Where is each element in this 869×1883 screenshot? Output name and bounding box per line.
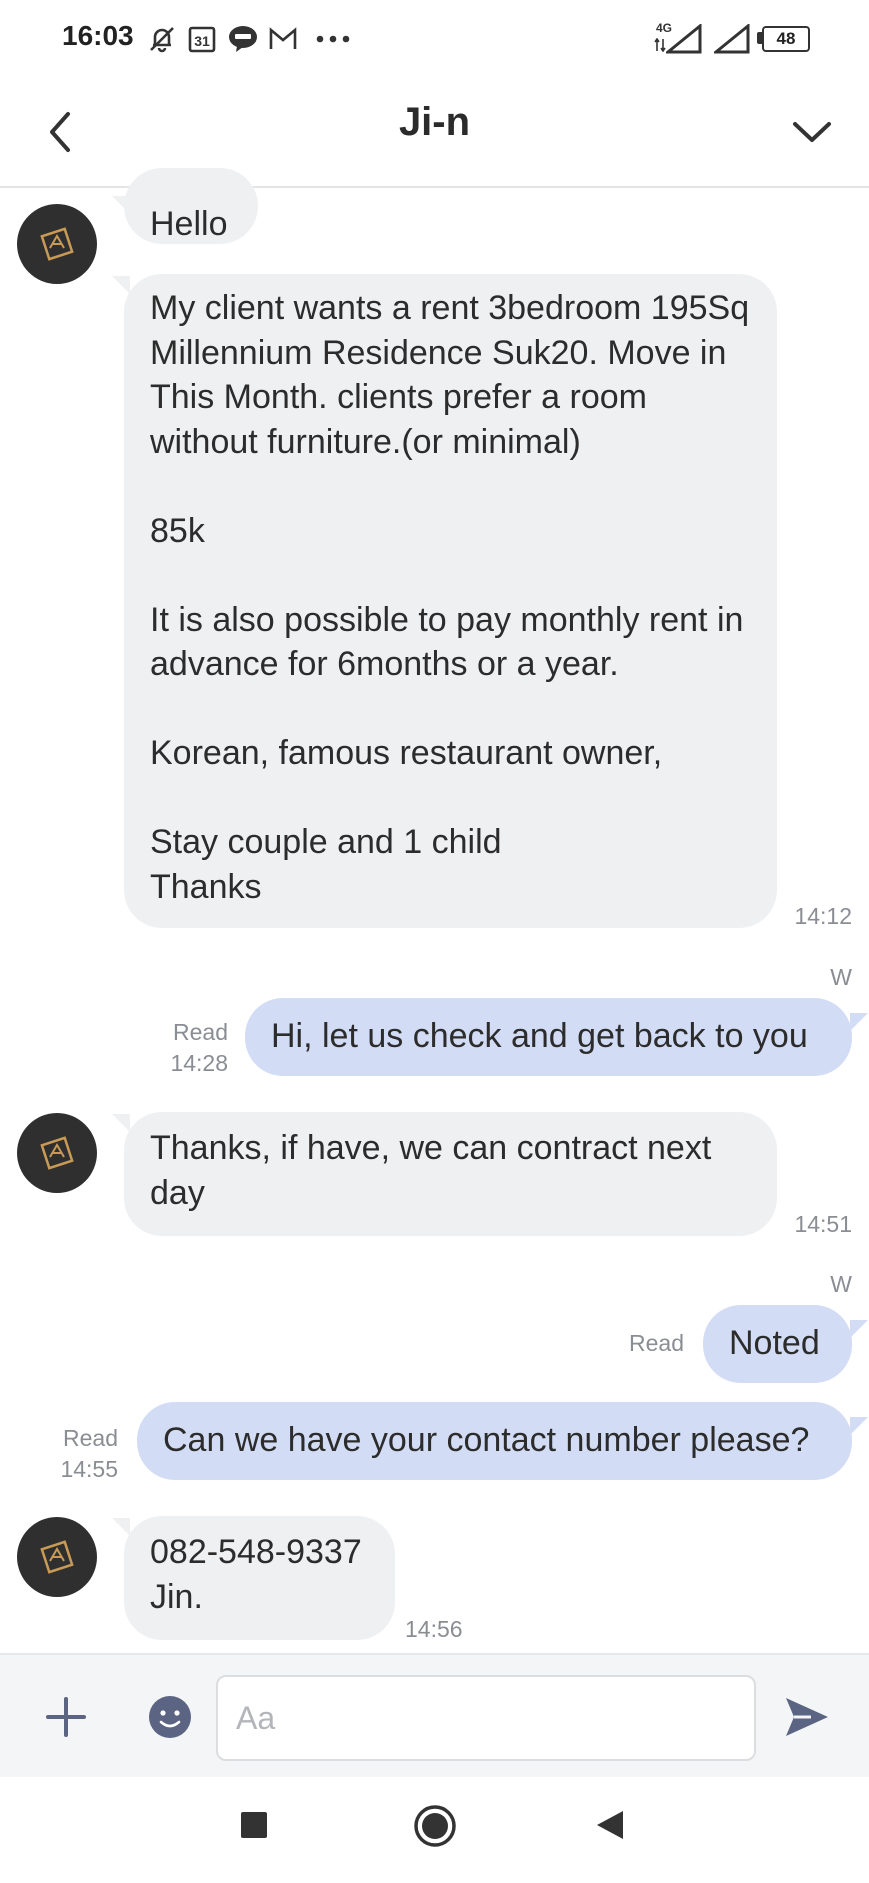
message-time: 14:55 [60,1456,118,1482]
bubble-tail [112,1114,130,1132]
message-text: 082-548-9337 Jin. [150,1533,362,1616]
message-bubble-incoming[interactable]: My client wants a rent 3bedroom 195Sq Mi… [124,274,777,928]
signal-icon-2 [711,22,752,59]
chat-message-list[interactable]: Hello My client wants a rent 3bedroom 19… [0,168,869,1653]
home-circle-icon[interactable] [412,1803,458,1849]
data-arrows-icon [654,37,666,57]
sender-label: W [830,964,852,990]
message-text: Hi, let us check and get back to you [271,1017,808,1055]
avatar[interactable] [17,1113,97,1193]
system-navigation-bar [0,1777,869,1883]
message-bubble-incoming[interactable]: Hello [124,168,258,244]
plus-icon[interactable] [40,1691,92,1743]
message-bubble-outgoing[interactable]: Hi, let us check and get back to you [245,998,852,1076]
read-status: Read [629,1330,684,1356]
gmail-icon [266,22,300,56]
message-text: My client wants a rent 3bedroom 195Sq Mi… [150,289,750,906]
avatar[interactable] [17,204,97,284]
calendar-day: 31 [194,33,210,49]
chat-header: Ji-n [0,80,869,188]
message-input-bar [0,1653,869,1779]
calendar-icon: 31 [186,22,218,56]
emoji-icon[interactable] [144,1691,196,1743]
message-text: Thanks, if have, we can contract next da… [150,1129,712,1212]
back-triangle-icon[interactable] [592,1807,628,1843]
line-app-icon [226,22,260,56]
message-time: 14:28 [170,1050,228,1076]
message-bubble-incoming[interactable]: Thanks, if have, we can contract next da… [124,1112,777,1236]
message-bubble-incoming[interactable]: 082-548-9337 Jin. [124,1516,395,1640]
bubble-tail [850,1013,868,1031]
read-status: Read [173,1019,228,1045]
notifications-off-icon [144,22,180,56]
more-dots-icon [314,22,352,56]
chat-title: Ji-n [398,100,471,144]
message-bubble-outgoing[interactable]: Can we have your contact number please? [137,1402,852,1480]
status-time: 16:03 [62,20,134,51]
bubble-tail [112,1518,130,1536]
bubble-tail [112,276,130,294]
message-text: Hello [150,205,228,243]
battery-icon: 48 [762,26,810,52]
bubble-tail [850,1417,868,1435]
chevron-down-icon[interactable] [786,100,838,164]
recents-square-icon[interactable] [236,1807,272,1843]
message-bubble-outgoing[interactable]: Noted [703,1305,852,1383]
read-status: Read [63,1425,118,1451]
message-text: Can we have your contact number please? [163,1421,810,1459]
message-input[interactable] [216,1675,756,1761]
message-time: 14:12 [794,903,852,929]
bubble-tail [112,196,130,214]
message-time: 14:51 [794,1211,852,1237]
status-bar: 16:03 31 4G 48 [0,0,869,80]
bubble-tail [850,1320,868,1338]
message-time: 14:56 [405,1616,463,1642]
message-text: Noted [729,1324,820,1362]
sender-label: W [830,1271,852,1297]
avatar[interactable] [17,1517,97,1597]
send-icon[interactable] [778,1689,836,1745]
signal-icon-1 [663,22,704,59]
